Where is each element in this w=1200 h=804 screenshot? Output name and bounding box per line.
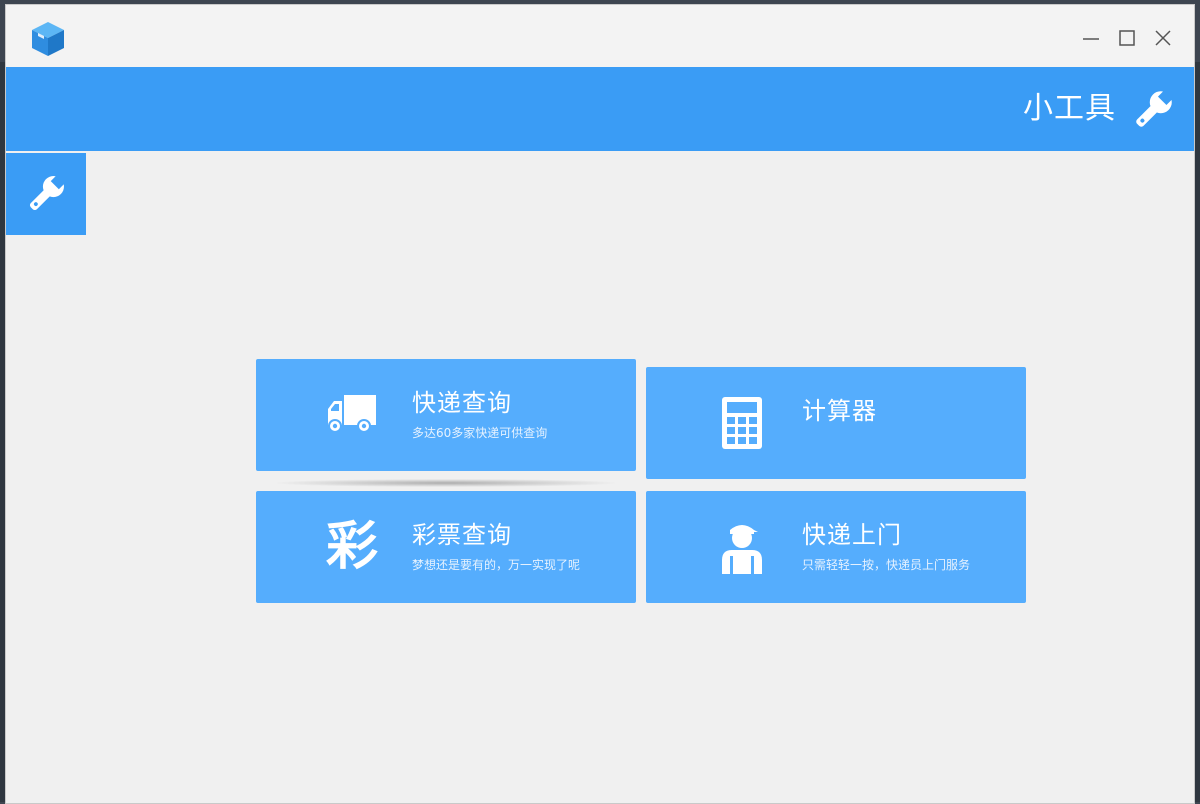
minimize-button[interactable] <box>1074 21 1108 55</box>
tile-lottery-query[interactable]: 彩 彩票查询 梦想还是要有的，万一实现了呢 <box>256 491 636 603</box>
calculator-icon <box>710 391 774 455</box>
tile-title: 彩票查询 <box>412 521 512 549</box>
tile-subtitle: 只需轻轻一按，快递员上门服务 <box>802 558 971 572</box>
tile-subtitle: 梦想还是要有的，万一实现了呢 <box>412 558 581 572</box>
maximize-icon <box>1119 30 1135 46</box>
close-icon <box>1155 30 1171 46</box>
header-bar: 小工具 <box>6 67 1194 151</box>
header-title: 小工具 <box>1023 91 1116 126</box>
lottery-character-icon: 彩 <box>320 515 384 579</box>
maximize-button[interactable] <box>1110 21 1144 55</box>
close-button[interactable] <box>1146 21 1180 55</box>
delivery-truck-icon <box>320 383 384 447</box>
minimize-icon <box>1083 38 1099 40</box>
wrench-icon <box>29 174 66 211</box>
tile-express-query[interactable]: 快递查询 多达60多家快递可供查询 <box>256 359 636 471</box>
cube-box-icon <box>28 19 68 59</box>
tile-title: 计算器 <box>802 397 877 425</box>
tile-subtitle: 多达60多家快递可供查询 <box>412 426 548 440</box>
tile-shadow <box>276 479 616 487</box>
sidebar-tab-tools[interactable] <box>6 153 86 235</box>
app-window: 小工具 快递查询 多达60多家快递可供查询 计算器 彩 彩票查询 梦想还是要有的… <box>5 4 1195 804</box>
wrench-icon <box>1130 87 1176 133</box>
lottery-icon-text: 彩 <box>325 516 378 577</box>
title-bar[interactable] <box>6 5 1194 67</box>
tile-title: 快递上门 <box>802 521 902 549</box>
courier-person-icon <box>710 515 774 579</box>
tile-title: 快递查询 <box>412 389 512 417</box>
tile-calculator[interactable]: 计算器 <box>646 367 1026 479</box>
tile-courier-pickup[interactable]: 快递上门 只需轻轻一按，快递员上门服务 <box>646 491 1026 603</box>
